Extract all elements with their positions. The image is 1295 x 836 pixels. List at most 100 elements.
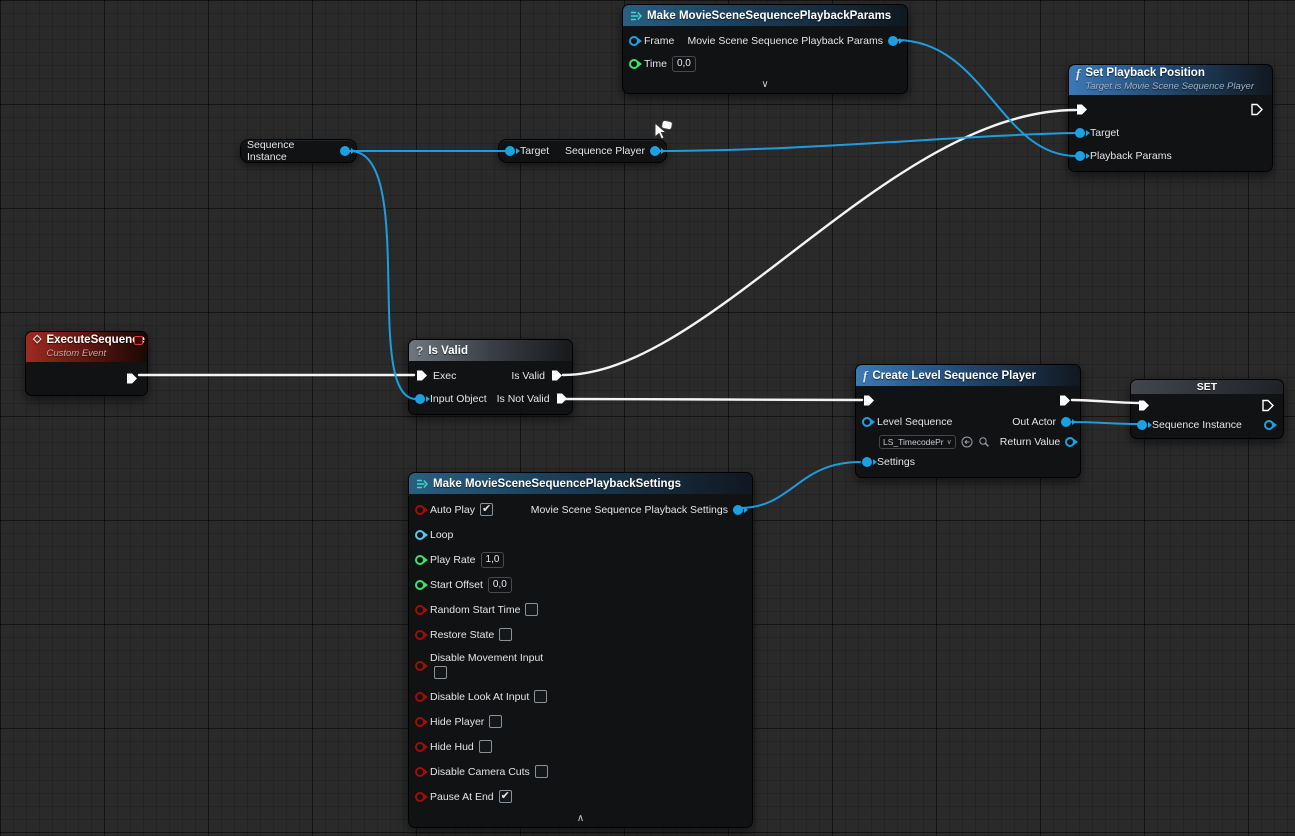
random-start-time-checkbox[interactable] — [525, 603, 538, 616]
collapse-node-chevron-icon[interactable]: ∧ — [409, 813, 752, 827]
node-get-sequence-player[interactable]: Target Sequence Player — [498, 139, 667, 163]
hide-hud-checkbox[interactable] — [479, 740, 492, 753]
pin-row: Level Sequence Out Actor — [856, 411, 1080, 433]
node-header[interactable]: ? Is Valid — [409, 340, 572, 361]
node-header[interactable]: Make MovieSceneSequencePlaybackParams — [623, 5, 907, 26]
pin-label: Target — [520, 145, 549, 157]
exec-in-pin[interactable] — [1137, 399, 1150, 412]
disable-look-at-input-pin[interactable] — [415, 692, 425, 702]
pin-label: Movie Scene Sequence Playback Params — [687, 35, 883, 47]
restore-state-pin[interactable] — [415, 630, 425, 640]
exec-out-pin[interactable] — [1250, 103, 1263, 116]
pin-row-auto-play: Auto Play Movie Scene Sequence Playback … — [409, 497, 752, 522]
random-start-time-pin[interactable] — [415, 605, 425, 615]
disable-camera-cuts-pin[interactable] — [415, 767, 425, 777]
node-set-playback-position[interactable]: f Set Playback Position Target is Movie … — [1068, 64, 1273, 172]
disable-look-at-input-checkbox[interactable] — [534, 690, 547, 703]
macro-question-icon: ? — [416, 344, 423, 358]
frame-pin[interactable] — [629, 36, 639, 46]
pin-label: Start Offset — [430, 579, 483, 591]
pause-at-end-pin[interactable] — [415, 792, 425, 802]
pin-row-restore-state: Restore State — [409, 622, 752, 647]
pin-row-start-offset: Start Offset 0,0 — [409, 572, 752, 597]
return-value-output-pin[interactable] — [1065, 437, 1075, 447]
pause-at-end-checkbox[interactable] — [499, 790, 512, 803]
pin-row-hide-player: Hide Player — [409, 709, 752, 734]
exec-row — [856, 389, 1080, 411]
disable-camera-cuts-checkbox[interactable] — [535, 765, 548, 778]
node-create-level-sequence-player[interactable]: f Create Level Sequence Player Level Seq… — [855, 364, 1081, 478]
pin-row-disable-movement-input: Disable Movement Input — [409, 647, 752, 684]
event-icon: ◇ — [33, 334, 41, 345]
node-set-sequence-instance[interactable]: SET Sequence Instance — [1130, 379, 1284, 439]
variable-label: Sequence Instance — [247, 139, 330, 163]
playback-params-pin[interactable] — [1075, 151, 1085, 161]
exec-in-pin[interactable] — [1075, 103, 1088, 116]
hide-hud-pin[interactable] — [415, 742, 425, 752]
is-valid-exec-out-pin[interactable] — [550, 369, 563, 382]
exec-out-pin[interactable] — [125, 372, 138, 385]
sequence-instance-output-pin[interactable] — [1264, 420, 1274, 430]
restore-state-checkbox[interactable] — [499, 628, 512, 641]
sequence-player-output-pin[interactable] — [650, 146, 660, 156]
node-header[interactable]: ◇ ExecuteSequence Custom Event — [26, 332, 147, 362]
node-title: Make MovieSceneSequencePlaybackSettings — [433, 478, 681, 490]
exec-out-pin[interactable] — [1058, 394, 1071, 407]
out-actor-output-pin[interactable] — [1061, 417, 1071, 427]
node-title: SET — [1197, 381, 1217, 393]
sequence-instance-output-pin[interactable] — [340, 146, 350, 156]
pin-label: Random Start Time — [430, 604, 520, 616]
disable-movement-input-checkbox[interactable] — [434, 666, 447, 679]
time-value-input[interactable]: 0,0 — [672, 56, 696, 72]
target-pin[interactable] — [1075, 128, 1085, 138]
pin-row: Time 0,0 — [623, 52, 907, 75]
is-not-valid-exec-out-pin[interactable] — [555, 392, 568, 405]
chevron-down-icon: ∨ — [947, 438, 952, 446]
exec-in-pin[interactable] — [862, 394, 875, 407]
auto-play-pin[interactable] — [415, 505, 425, 515]
exec-out-pin[interactable] — [1261, 399, 1274, 412]
start-offset-pin[interactable] — [415, 580, 425, 590]
time-pin[interactable] — [629, 59, 639, 69]
pin-row: Input Object Is Not Valid — [409, 387, 572, 410]
input-object-pin[interactable] — [415, 394, 425, 404]
exec-in-pin[interactable] — [415, 369, 428, 382]
node-make-movie-scene-sequence-playback-params[interactable]: Make MovieSceneSequencePlaybackParams Fr… — [622, 4, 908, 94]
node-subtitle: Target is Movie Scene Sequence Player — [1085, 80, 1254, 93]
node-header[interactable]: f Set Playback Position Target is Movie … — [1069, 65, 1272, 95]
node-header[interactable]: SET — [1131, 380, 1283, 394]
use-selected-asset-icon[interactable] — [961, 436, 973, 448]
disable-movement-input-pin[interactable] — [415, 661, 425, 671]
pin-label: Play Rate — [430, 554, 476, 566]
playback-params-output-pin[interactable] — [888, 36, 898, 46]
play-rate-input[interactable]: 1,0 — [481, 552, 505, 568]
sequence-instance-input-pin[interactable] — [1137, 420, 1147, 430]
hide-player-pin[interactable] — [415, 717, 425, 727]
playback-settings-output-pin[interactable] — [733, 505, 743, 515]
target-pin[interactable] — [505, 146, 515, 156]
delegate-pin[interactable] — [134, 336, 143, 345]
node-is-valid-macro[interactable]: ? Is Valid Exec Is Valid Input Object Is… — [408, 339, 573, 415]
play-rate-pin[interactable] — [415, 555, 425, 565]
hide-player-checkbox[interactable] — [489, 715, 502, 728]
auto-play-checkbox[interactable] — [480, 503, 493, 516]
node-header[interactable]: Make MovieSceneSequencePlaybackSettings — [409, 473, 752, 494]
make-struct-icon — [416, 478, 428, 490]
settings-pin[interactable] — [862, 457, 872, 467]
level-sequence-asset-dropdown[interactable]: LS_TimecodePr ∨ — [879, 435, 956, 449]
node-get-sequence-instance[interactable]: Sequence Instance — [240, 139, 357, 163]
blueprint-graph-canvas[interactable]: Make MovieSceneSequencePlaybackParams Fr… — [0, 0, 1295, 836]
node-make-movie-scene-sequence-playback-settings[interactable]: Make MovieSceneSequencePlaybackSettings … — [408, 472, 753, 828]
function-icon: f — [863, 369, 867, 382]
loop-pin[interactable] — [415, 530, 425, 540]
function-icon: f — [1076, 67, 1080, 80]
expand-node-chevron-icon[interactable]: ∨ — [623, 79, 907, 93]
level-sequence-pin[interactable] — [862, 417, 872, 427]
pin-row-disable-look-at-input: Disable Look At Input — [409, 684, 752, 709]
start-offset-input[interactable]: 0,0 — [488, 577, 512, 593]
pin-label: Out Actor — [1012, 416, 1056, 428]
pin-label: Loop — [430, 529, 453, 541]
browse-asset-icon[interactable] — [978, 436, 990, 448]
node-execute-sequence-event[interactable]: ◇ ExecuteSequence Custom Event — [25, 331, 148, 396]
node-header[interactable]: f Create Level Sequence Player — [856, 365, 1080, 386]
